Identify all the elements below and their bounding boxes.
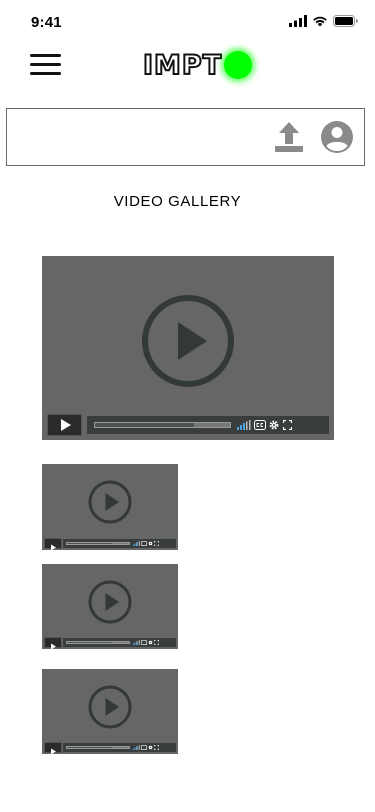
menu-icon-bar [30, 63, 61, 66]
play-icon[interactable] [88, 580, 132, 624]
top-toolbar [6, 108, 365, 166]
play-icon[interactable] [141, 294, 235, 388]
control-bar [63, 539, 176, 548]
upload-icon [275, 122, 303, 152]
logo-text: IMPT [142, 49, 223, 82]
play-icon[interactable] [88, 685, 132, 729]
play-icon-small [51, 643, 56, 649]
video-controls [42, 537, 178, 550]
play-button[interactable] [44, 637, 62, 649]
play-button[interactable] [44, 742, 62, 754]
progress-track[interactable] [66, 746, 130, 749]
fullscreen-icon[interactable] [154, 541, 159, 546]
battery-icon [333, 15, 358, 27]
play-button[interactable] [47, 414, 82, 436]
menu-icon-bar [30, 54, 61, 57]
play-icon-small [51, 544, 56, 550]
settings-icon[interactable] [148, 745, 153, 750]
control-bar [87, 416, 329, 434]
featured-video-player[interactable] [42, 256, 334, 440]
captions-icon[interactable] [254, 420, 266, 430]
video-controls [42, 636, 178, 649]
upload-button[interactable] [273, 120, 305, 154]
volume-icon[interactable] [133, 745, 140, 750]
status-bar: 9:41 [0, 0, 375, 44]
progress-fill [95, 423, 194, 427]
fullscreen-icon[interactable] [283, 420, 292, 430]
logo[interactable]: IMPT [142, 47, 253, 83]
captions-icon[interactable] [141, 541, 147, 546]
play-icon-small [61, 419, 71, 431]
play-icon-small [51, 748, 56, 754]
status-icons [289, 15, 358, 27]
settings-icon[interactable] [148, 541, 153, 546]
settings-icon[interactable] [148, 640, 153, 645]
control-bar [63, 638, 176, 647]
menu-button[interactable] [30, 52, 62, 78]
fullscreen-icon[interactable] [154, 745, 159, 750]
wifi-icon [313, 16, 327, 27]
volume-icon[interactable] [133, 541, 140, 546]
app-header: IMPT [0, 44, 375, 88]
account-button[interactable] [320, 120, 354, 154]
video-controls [42, 741, 178, 754]
progress-fill [67, 642, 113, 643]
volume-icon[interactable] [237, 420, 251, 430]
fullscreen-icon[interactable] [154, 640, 159, 645]
settings-icon[interactable] [269, 420, 279, 430]
thumbnail-video-player[interactable] [42, 464, 178, 550]
status-time: 9:41 [31, 14, 62, 31]
play-button[interactable] [44, 538, 62, 550]
captions-icon[interactable] [141, 745, 147, 750]
signal-icon [289, 15, 307, 27]
progress-track[interactable] [94, 422, 231, 428]
volume-icon[interactable] [133, 640, 140, 645]
progress-track[interactable] [66, 641, 130, 644]
menu-icon-bar [30, 72, 61, 75]
thumbnail-video-player[interactable] [42, 669, 178, 754]
progress-track[interactable] [66, 542, 130, 545]
captions-icon[interactable] [141, 640, 147, 645]
account-circle-icon [321, 121, 353, 153]
play-icon[interactable] [88, 480, 132, 524]
control-bar [63, 743, 176, 752]
progress-fill [67, 747, 113, 748]
logo-dot [224, 51, 253, 79]
section-title: VIDEO GALLERY [113, 193, 242, 210]
video-controls [42, 410, 334, 440]
thumbnail-video-player[interactable] [42, 564, 178, 649]
progress-fill [67, 543, 113, 544]
